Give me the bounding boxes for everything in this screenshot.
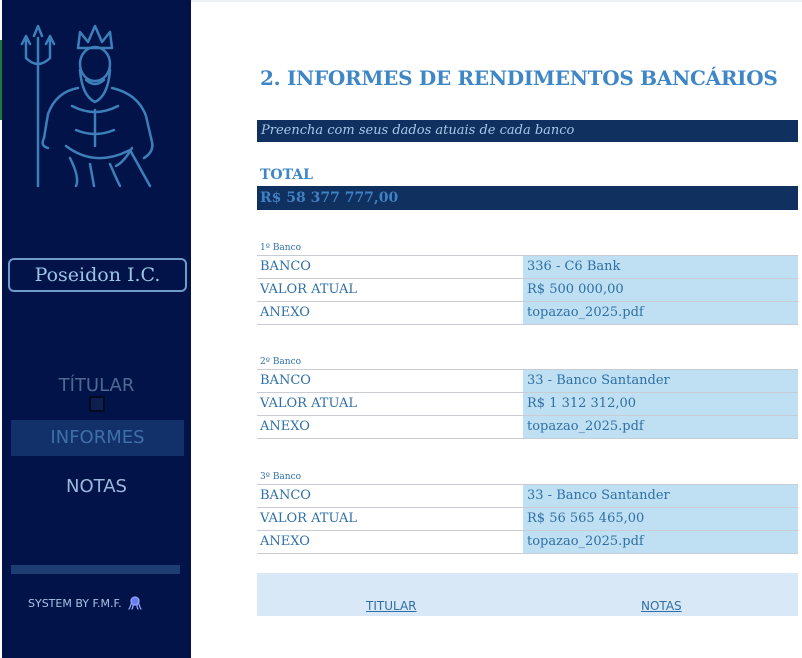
attachment-cell[interactable]: topazao_2025.pdf bbox=[523, 416, 798, 438]
bank-block-3: 3º Banco BANCO 33 - Banco Santander VALO… bbox=[257, 470, 798, 554]
footer-link-notas[interactable]: NOTAS bbox=[641, 599, 682, 613]
value-cell[interactable]: R$ 56 565 465,00 bbox=[523, 508, 798, 530]
instructions-bar: Preencha com seus dados atuais de cada b… bbox=[257, 120, 798, 142]
table-row: BANCO 336 - C6 Bank bbox=[257, 255, 798, 278]
credit: SYSTEM BY F.M.F. bbox=[28, 596, 142, 610]
attachment-cell[interactable]: topazao_2025.pdf bbox=[523, 302, 798, 324]
row-label: BANCO bbox=[260, 259, 311, 274]
table-row: VALOR ATUAL R$ 56 565 465,00 bbox=[257, 507, 798, 530]
total-label: TOTAL bbox=[260, 167, 313, 183]
octopus-icon bbox=[127, 596, 142, 610]
bank-name-cell[interactable]: 33 - Banco Santander bbox=[523, 370, 798, 392]
table-row: BANCO 33 - Banco Santander bbox=[257, 484, 798, 507]
value-cell[interactable]: R$ 1 312 312,00 bbox=[523, 393, 798, 415]
page-title: 2. INFORMES DE RENDIMENTOS BANCÁRIOS bbox=[260, 66, 778, 90]
table-row: ANEXO topazao_2025.pdf bbox=[257, 415, 798, 439]
sidebar-divider-bar bbox=[11, 565, 180, 574]
bank-block-2: 2º Banco BANCO 33 - Banco Santander VALO… bbox=[257, 355, 798, 439]
row-label: VALOR ATUAL bbox=[260, 282, 358, 297]
row-label: ANEXO bbox=[260, 419, 310, 434]
table-row: BANCO 33 - Banco Santander bbox=[257, 369, 798, 392]
bank-name-cell[interactable]: 33 - Banco Santander bbox=[523, 485, 798, 507]
footer-nav: TITULAR NOTAS bbox=[257, 573, 798, 616]
selection-checkbox[interactable] bbox=[89, 396, 105, 412]
row-label: VALOR ATUAL bbox=[260, 396, 358, 411]
row-label: ANEXO bbox=[260, 305, 310, 320]
nav-titular[interactable]: TÍTULAR bbox=[2, 374, 191, 398]
bank-heading: 1º Banco bbox=[260, 243, 302, 253]
credit-text: SYSTEM BY F.M.F. bbox=[28, 596, 122, 610]
row-label: ANEXO bbox=[260, 534, 310, 549]
table-row: VALOR ATUAL R$ 1 312 312,00 bbox=[257, 392, 798, 415]
brand-name: Poseidon I.C. bbox=[8, 258, 187, 292]
table-row: ANEXO topazao_2025.pdf bbox=[257, 530, 798, 554]
footer-link-titular[interactable]: TITULAR bbox=[366, 599, 417, 613]
row-label: BANCO bbox=[260, 488, 311, 503]
row-label: VALOR ATUAL bbox=[260, 511, 358, 526]
sidebar: Poseidon I.C. TÍTULAR INFORMES NOTAS SYS… bbox=[2, 0, 191, 658]
value-cell[interactable]: R$ 500 000,00 bbox=[523, 279, 798, 301]
top-divider bbox=[191, 0, 802, 2]
row-label: BANCO bbox=[260, 373, 311, 388]
attachment-cell[interactable]: topazao_2025.pdf bbox=[523, 531, 798, 553]
table-row: ANEXO topazao_2025.pdf bbox=[257, 301, 798, 325]
nav-notas[interactable]: NOTAS bbox=[2, 475, 191, 499]
bank-heading: 2º Banco bbox=[260, 357, 302, 367]
bank-block-1: 1º Banco BANCO 336 - C6 Bank VALOR ATUAL… bbox=[257, 241, 798, 325]
bank-name-cell[interactable]: 336 - C6 Bank bbox=[523, 256, 798, 278]
total-bar: R$ 58 377 777,00 bbox=[257, 186, 798, 210]
nav-informes[interactable]: INFORMES bbox=[11, 420, 184, 456]
bank-heading: 3º Banco bbox=[260, 472, 302, 482]
table-row: VALOR ATUAL R$ 500 000,00 bbox=[257, 278, 798, 301]
poseidon-trident-icon bbox=[20, 24, 154, 188]
instructions-text: Preencha com seus dados atuais de cada b… bbox=[261, 123, 575, 138]
total-value: R$ 58 377 777,00 bbox=[260, 190, 399, 206]
